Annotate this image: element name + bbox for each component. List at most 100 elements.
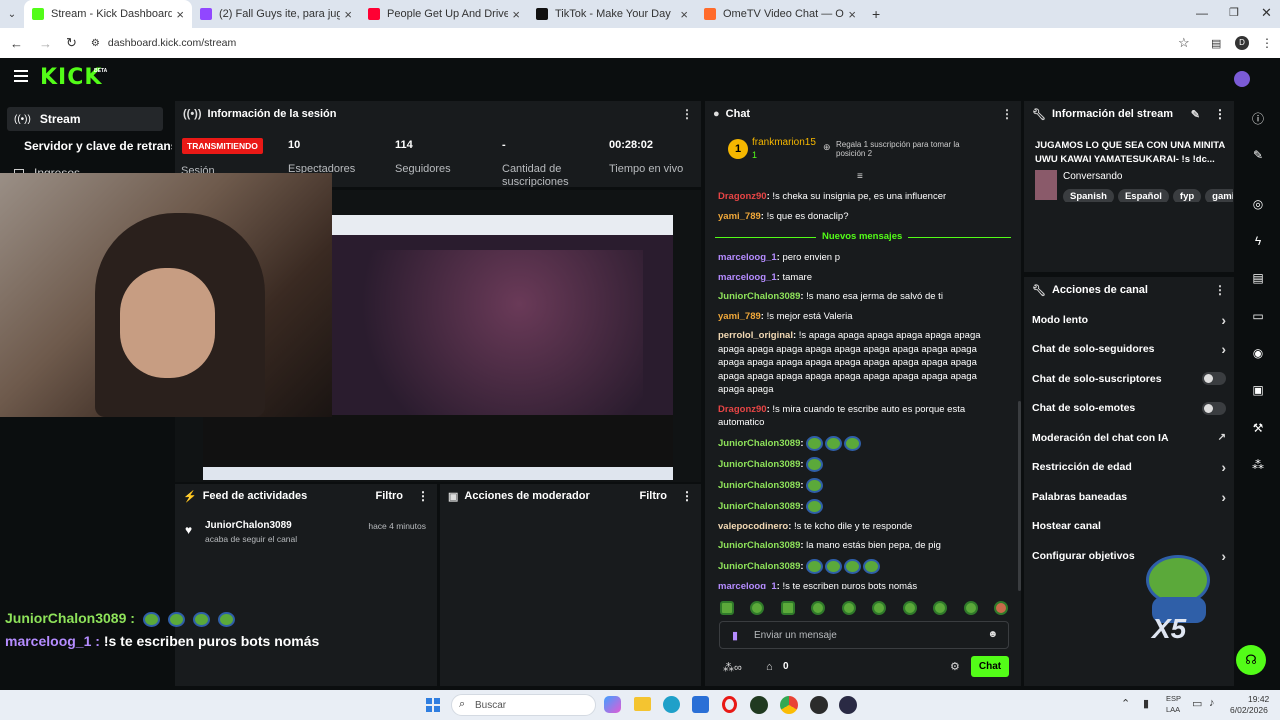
chat-username[interactable]: JuniorChalon3089 (718, 459, 800, 470)
tab-close-icon[interactable]: × (848, 7, 856, 22)
chat-username[interactable]: JuniorChalon3089 (718, 291, 800, 302)
info-icon[interactable]: ⓘ (1247, 107, 1269, 129)
site-info-icon[interactable]: ⚙ (91, 38, 100, 49)
points-icon[interactable]: ⁂∞ (723, 661, 742, 674)
taskbar-app-opera[interactable] (722, 696, 737, 713)
chat-username[interactable]: marceloog_1 (718, 581, 777, 590)
gift-cta[interactable]: Regala 1 suscripción para tomar la posic… (836, 140, 991, 158)
hamburger-menu-icon[interactable] (14, 70, 28, 82)
broadcast-icon[interactable]: ◉ (1247, 342, 1269, 364)
browser-tab[interactable]: TikTok - Make Your Day × (528, 0, 696, 28)
chat-username[interactable]: valepocodinero (718, 521, 788, 532)
chat-send-button[interactable]: Chat (971, 656, 1009, 677)
back-icon[interactable]: ← (10, 36, 23, 51)
window-restore-button[interactable]: ❐ (1229, 6, 1239, 19)
tag-chip[interactable]: Spanish (1063, 189, 1114, 202)
browser-tab[interactable]: OmeTV Video Chat — Ome × (696, 0, 864, 28)
clock-time[interactable]: 19:42 (1248, 694, 1269, 704)
browser-tab[interactable]: Stream - Kick Dashboard × (24, 0, 192, 28)
mic-tray-icon[interactable]: ▮ (1143, 697, 1149, 710)
window-close-button[interactable]: ✕ (1261, 5, 1272, 21)
taskbar-app-misc[interactable] (839, 696, 857, 714)
emote-button[interactable] (841, 601, 856, 615)
chat-username[interactable]: JuniorChalon3089 (718, 480, 800, 491)
gift-user[interactable]: frankmarion15 (752, 137, 816, 148)
emote-button[interactable] (750, 601, 765, 615)
chat-username[interactable]: marceloog_1 (718, 252, 777, 263)
reload-icon[interactable]: ↻ (66, 35, 77, 51)
lang-code[interactable]: ESP (1166, 694, 1181, 703)
moderator-icon[interactable]: ▣ (1247, 379, 1269, 401)
chat-username[interactable]: Dragonz90 (718, 191, 767, 202)
browser-tab[interactable]: People Get Up And Drive Your× (360, 0, 528, 28)
emoji-icon[interactable]: ☻ (987, 629, 998, 640)
chat-username[interactable]: JuniorChalon3089 (718, 501, 800, 512)
more-options-icon[interactable]: ⋮ (1214, 283, 1226, 297)
chat-scrollbar[interactable] (1018, 401, 1021, 591)
taskbar-app-explorer[interactable] (634, 697, 651, 711)
chat-username[interactable]: perrolol_original (718, 330, 793, 341)
wrench-icon[interactable]: ⚒ (1247, 417, 1269, 439)
mic-icon[interactable]: ▮ (732, 629, 738, 642)
emote-button[interactable] (933, 601, 948, 615)
forward-icon[interactable]: → (39, 36, 52, 51)
emote-button[interactable] (780, 601, 795, 615)
profile-avatar[interactable]: D (1235, 36, 1249, 50)
chat-icon[interactable]: ▭ (1247, 305, 1269, 327)
filter-button[interactable]: Filtro (640, 490, 668, 502)
channel-action-item[interactable]: Moderación del chat con IA ↗ (1024, 423, 1234, 453)
tab-close-icon[interactable]: × (680, 7, 688, 22)
tag-chip[interactable]: gami (1205, 189, 1233, 202)
emote-button[interactable] (963, 601, 978, 615)
chat-username[interactable]: Dragonz90 (718, 404, 767, 415)
sidebar-item-stream[interactable]: ((•)) Stream (7, 107, 163, 131)
clipboard-icon[interactable]: ▤ (1247, 267, 1269, 289)
tag-chip[interactable]: Español (1117, 189, 1169, 202)
tab-list-button[interactable]: ⌄ (0, 9, 24, 20)
emote-button[interactable] (720, 601, 734, 615)
lightning-icon[interactable]: ϟ (1247, 230, 1269, 252)
activity-user[interactable]: JuniorChalon3089 (205, 520, 292, 531)
category-name[interactable]: Conversando (1063, 171, 1122, 182)
channel-action-item[interactable]: Chat de solo-emotes (1024, 394, 1234, 424)
channel-action-item[interactable]: Modo lento › (1024, 305, 1234, 335)
more-options-icon[interactable]: ⋮ (1214, 107, 1226, 121)
filter-button[interactable]: Filtro (376, 490, 404, 502)
chat-username[interactable]: yami_789 (718, 311, 761, 322)
extensions-icon[interactable]: ▤ (1211, 37, 1221, 50)
chat-input[interactable]: ▮ Enviar un mensaje ☻ (719, 621, 1009, 649)
tab-close-icon[interactable]: × (176, 7, 184, 22)
channel-action-item[interactable]: Chat de solo-seguidores › (1024, 335, 1234, 365)
emote-button[interactable] (872, 601, 887, 615)
taskbar-app-store[interactable] (692, 696, 709, 713)
dots-icon[interactable]: ⁂ (1247, 454, 1269, 476)
bookmark-star-icon[interactable]: ☆ (1178, 35, 1190, 51)
volume-icon[interactable]: ♪ (1209, 697, 1215, 709)
chat-username[interactable]: marceloog_1 (718, 272, 777, 283)
taskbar-app-chrome[interactable] (780, 696, 798, 714)
chat-settings-icon[interactable]: ⚙ (950, 660, 960, 673)
target-icon[interactable]: ◎ (1247, 193, 1269, 215)
new-tab-button[interactable]: + (872, 6, 880, 22)
channel-action-item[interactable]: Hostear canal (1024, 512, 1234, 542)
chat-username[interactable]: JuniorChalon3089 (718, 438, 800, 449)
more-options-icon[interactable]: ⋮ (681, 107, 693, 121)
more-options-icon[interactable]: ⋮ (681, 489, 693, 503)
edit-icon[interactable]: ✎ (1247, 144, 1269, 166)
toggle-switch[interactable] (1202, 372, 1226, 386)
channel-action-item[interactable]: Chat de solo-suscriptores (1024, 364, 1234, 394)
chat-username[interactable]: JuniorChalon3089 (718, 561, 800, 572)
more-options-icon[interactable]: ⋮ (417, 489, 429, 503)
taskbar-app-obs[interactable] (810, 696, 828, 714)
channel-action-item[interactable]: Restricción de edad › (1024, 453, 1234, 483)
store-icon[interactable]: ⌂ (766, 661, 773, 673)
tray-chevron-icon[interactable]: ⌃ (1121, 697, 1130, 710)
lang-code-2[interactable]: LAA (1166, 705, 1180, 714)
sidebar-item-server-key[interactable]: Servidor y clave de retransm (24, 139, 172, 153)
tag-chip[interactable]: fyp (1172, 189, 1202, 202)
url-field[interactable]: dashboard.kick.com/stream (108, 37, 236, 49)
windows-start-icon[interactable] (426, 698, 440, 712)
browser-tab[interactable]: (2) Fall Guys ite, para jugar con× (192, 0, 360, 28)
network-icon[interactable]: ▭ (1192, 697, 1202, 710)
channel-action-item[interactable]: Palabras baneadas › (1024, 482, 1234, 512)
